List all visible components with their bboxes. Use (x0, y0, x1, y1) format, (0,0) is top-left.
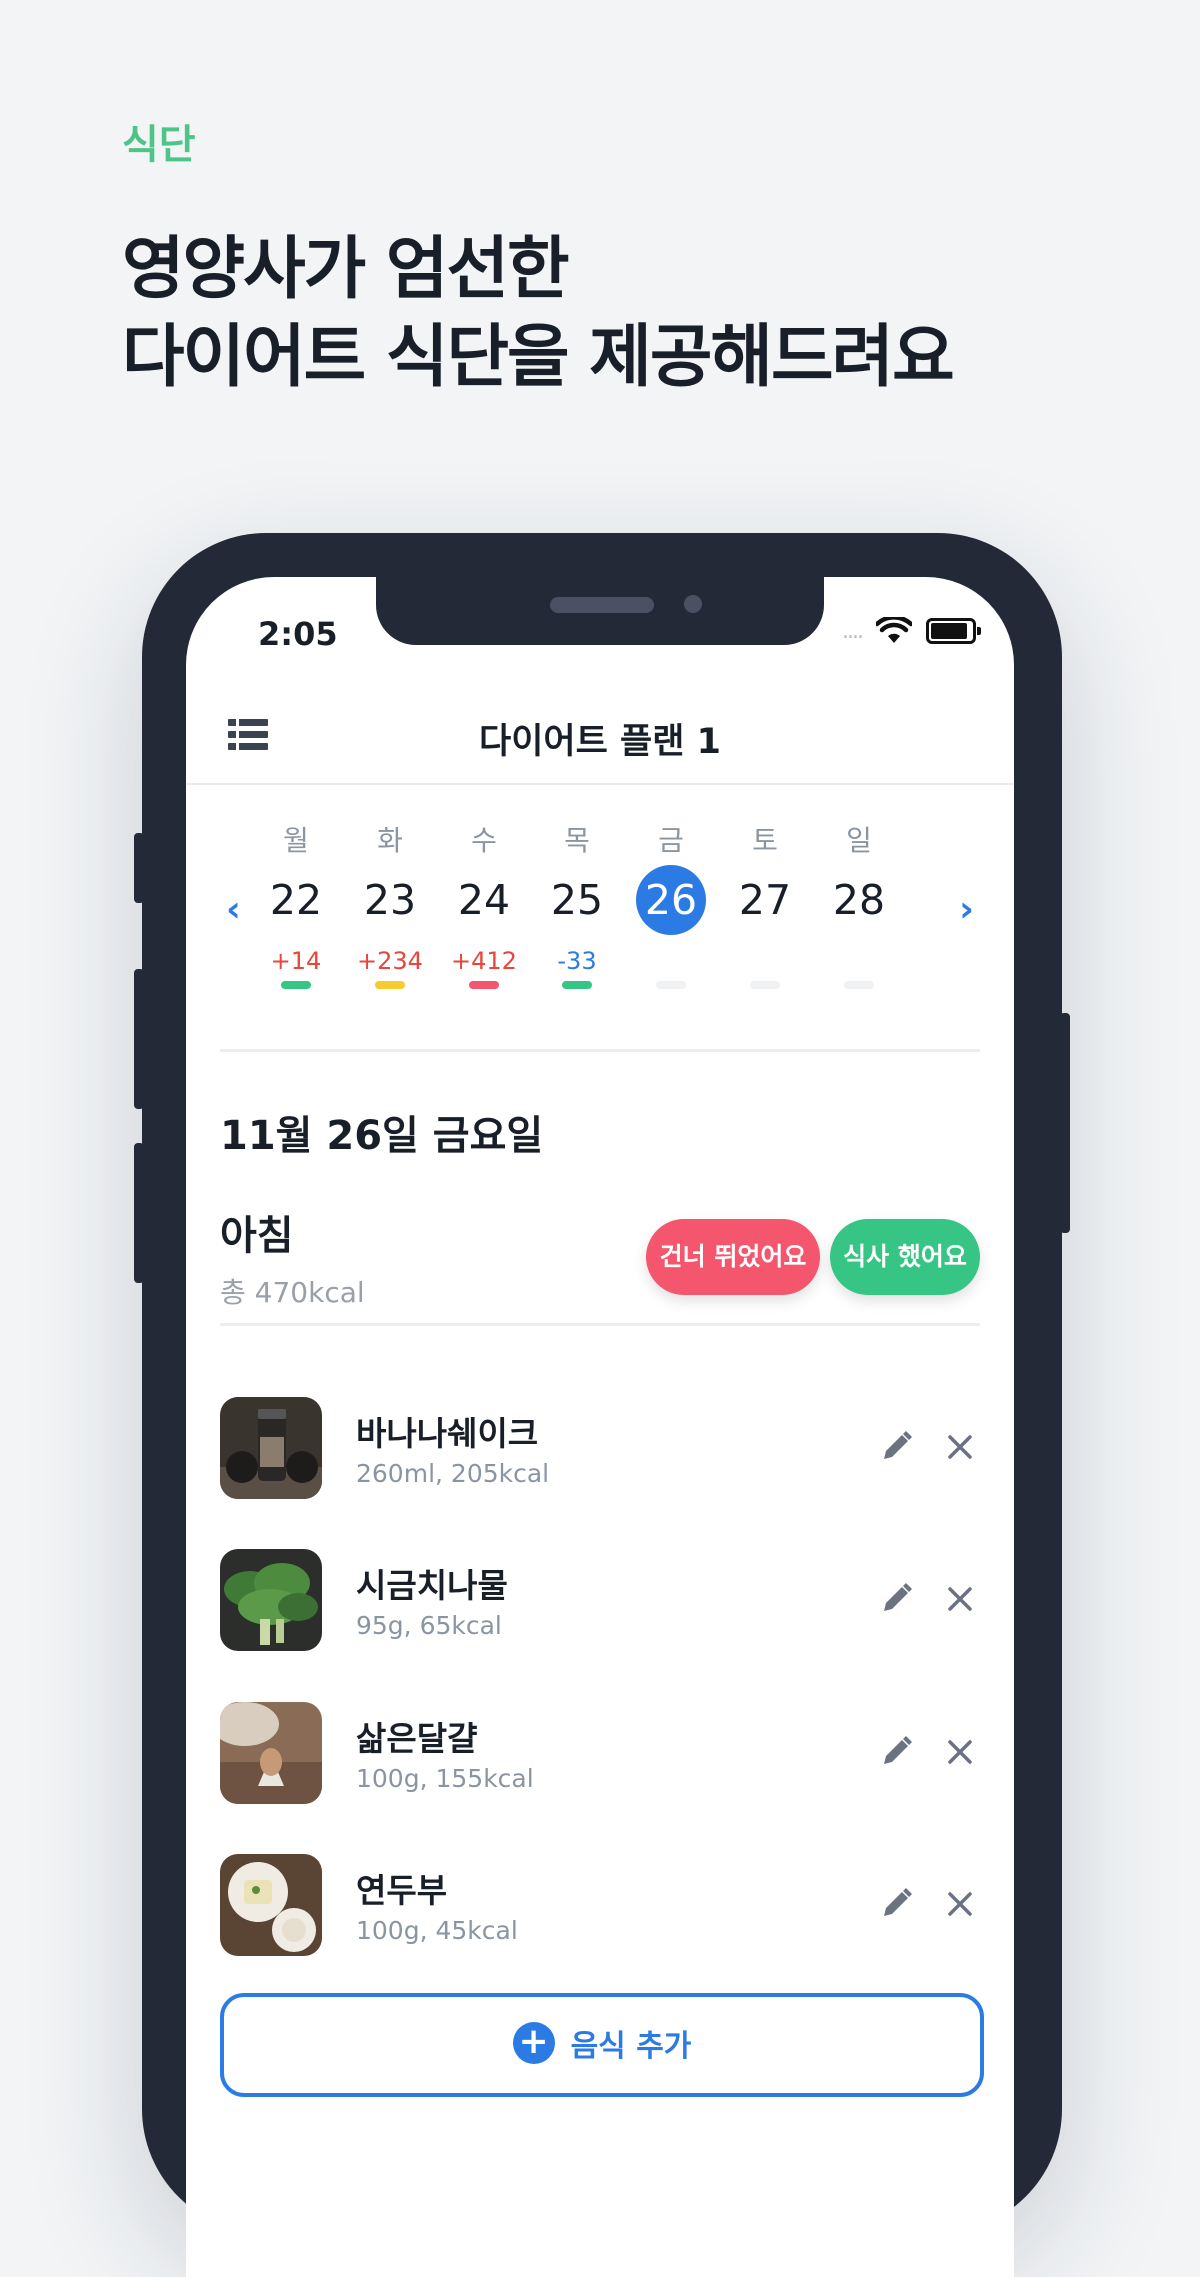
camera (684, 595, 702, 613)
soft-tofu-photo (220, 1854, 322, 1956)
page-title: 다이어트 플랜 1 (479, 722, 721, 762)
app-header: 다이어트 플랜 1 (186, 687, 1014, 785)
food-portion-calories: 260ml, 205kcal (356, 1459, 550, 1488)
pencil-icon[interactable] (876, 1884, 916, 1924)
food-portion-calories: 100g, 45kcal (356, 1916, 518, 1945)
wifi-icon (876, 617, 912, 643)
calorie-delta (624, 947, 718, 977)
add-food-button[interactable]: + 음식 추가 (220, 1993, 984, 2097)
week-selector: ‹ › 월 22 +14 화 23 +234 수 24 +412 목 25 -33 금 26 토 27 일 28 (186, 783, 1014, 1027)
volume-up-button (134, 969, 144, 1109)
chevron-left-icon[interactable]: ‹ (226, 889, 241, 930)
shaker-bottle-photo (220, 1397, 322, 1499)
ate-meal-button[interactable]: 식사 했어요 (830, 1219, 980, 1295)
status-bar-indicator (375, 981, 405, 989)
calorie-delta: -33 (557, 947, 597, 975)
headline-line-1: 영양사가 엄선한 (122, 230, 570, 309)
day-of-week-label: 금 (658, 824, 684, 857)
mute-switch (134, 833, 144, 903)
volume-down-button (134, 1143, 144, 1283)
day-24[interactable]: 수 24 +412 (437, 783, 531, 989)
close-icon[interactable] (940, 1427, 980, 1467)
calorie-delta (812, 947, 906, 977)
day-25[interactable]: 목 25 -33 (530, 783, 624, 989)
add-food-content: + 음식 추가 (224, 2021, 980, 2065)
food-name: 바나나쉐이크 (356, 1414, 539, 1453)
food-item[interactable]: 삶은달걀 100g, 155kcal (220, 1702, 980, 1806)
speaker (550, 597, 654, 613)
day-of-week-label: 수 (471, 824, 497, 857)
meal-total-calories: 총 470kcal (220, 1276, 365, 1309)
status-bar-indicator (656, 981, 686, 989)
day-of-week-label: 목 (564, 824, 590, 857)
category-label: 식단 (122, 122, 196, 168)
close-icon[interactable] (940, 1884, 980, 1924)
food-portion-calories: 100g, 155kcal (356, 1764, 534, 1793)
meal-name: 아침 (220, 1213, 294, 1259)
food-portion-calories: 95g, 65kcal (356, 1611, 502, 1640)
day-number: 22 (269, 876, 323, 924)
headline-line-2: 다이어트 식단을 제공해드려요 (122, 318, 955, 397)
day-23[interactable]: 화 23 +234 (343, 783, 437, 989)
day-of-week-label: 토 (752, 824, 778, 857)
status-bar-indicator (844, 981, 874, 989)
food-name: 시금치나물 (356, 1566, 508, 1605)
add-food-label: 음식 추가 (570, 2029, 692, 2064)
battery-icon (926, 618, 981, 644)
selected-date: 11월 26일 금요일 (220, 1113, 544, 1159)
meal-divider (220, 1323, 980, 1326)
day-26[interactable]: 금 26 (624, 783, 718, 989)
skip-meal-button[interactable]: 건너 뛰었어요 (646, 1219, 820, 1295)
day-of-week-label: 화 (377, 824, 403, 857)
pencil-icon[interactable] (876, 1732, 916, 1772)
calorie-delta: +234 (357, 947, 423, 975)
pencil-icon[interactable] (876, 1427, 916, 1467)
pencil-icon[interactable] (876, 1579, 916, 1619)
chevron-right-icon[interactable]: › (959, 889, 974, 930)
day-28[interactable]: 일 28 (812, 783, 906, 989)
calorie-delta: +412 (451, 947, 517, 975)
food-name: 삶은달걀 (356, 1719, 478, 1758)
status-bar-indicator (469, 981, 499, 989)
phone-frame: 2:05 .... 다이어트 플랜 1 ‹ › 월 22 +14 화 23 +234 수 24… (134, 533, 1070, 2277)
phone-screen: 2:05 .... 다이어트 플랜 1 ‹ › 월 22 +14 화 23 +234 수 24… (186, 577, 1014, 2277)
spinach-photo (220, 1549, 322, 1651)
boiled-egg-photo (220, 1702, 322, 1804)
food-item[interactable]: 연두부 100g, 45kcal (220, 1854, 980, 1958)
headline: 영양사가 엄선한 다이어트 식단을 제공해드려요 (122, 226, 955, 402)
status-bar-indicator (750, 981, 780, 989)
day-22[interactable]: 월 22 +14 (249, 783, 343, 989)
calorie-delta (718, 947, 812, 977)
food-item[interactable]: 바나나쉐이크 260ml, 205kcal (220, 1397, 980, 1501)
day-of-week-label: 월 (283, 824, 309, 857)
power-button (1060, 1013, 1070, 1233)
status-time: 2:05 (258, 615, 338, 653)
close-icon[interactable] (940, 1579, 980, 1619)
signal-icon: .... (842, 618, 864, 644)
food-item[interactable]: 시금치나물 95g, 65kcal (220, 1549, 980, 1653)
week-divider (220, 1049, 980, 1052)
plus-circle-icon: + (512, 2022, 555, 2064)
day-number: 28 (832, 876, 886, 924)
day-of-week-label: 일 (846, 824, 872, 857)
close-icon[interactable] (940, 1732, 980, 1772)
status-icons: .... (842, 617, 981, 645)
day-number: 25 (550, 876, 604, 924)
calorie-delta: +14 (270, 947, 322, 975)
status-bar-indicator (281, 981, 311, 989)
day-number: 27 (738, 876, 792, 924)
day-number: 23 (363, 876, 417, 924)
food-name: 연두부 (356, 1871, 448, 1910)
day-number: 24 (457, 876, 511, 924)
day-27[interactable]: 토 27 (718, 783, 812, 989)
notch (376, 577, 824, 645)
selected-day-number: 26 (636, 865, 706, 935)
status-bar-indicator (562, 981, 592, 989)
